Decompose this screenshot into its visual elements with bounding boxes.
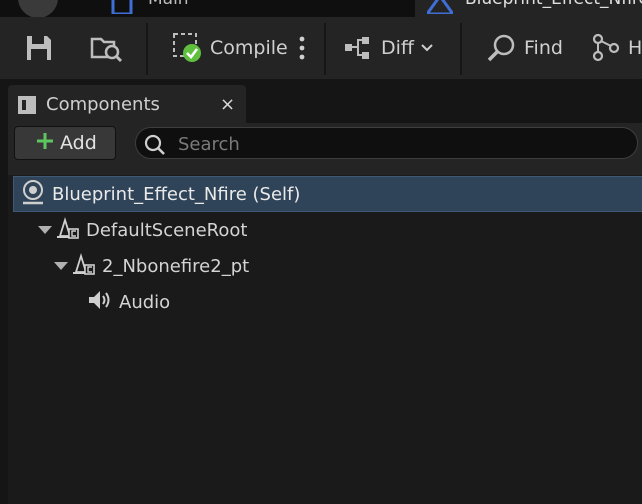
tab-blueprint-effect-nfire[interactable]: Blueprint_Effect_Nfire bbox=[415, 0, 642, 17]
tree-item-self[interactable]: Blueprint_Effect_Nfire (Self) bbox=[13, 176, 642, 212]
toolbar-separator bbox=[460, 23, 462, 75]
add-label: Add bbox=[60, 132, 97, 154]
diff-label: Diff bbox=[381, 37, 414, 59]
toolbar-separator bbox=[146, 23, 148, 75]
tab-components[interactable]: Components × bbox=[8, 85, 246, 123]
tree-item-label: Audio bbox=[119, 291, 171, 313]
find-label: Find bbox=[524, 37, 563, 59]
expand-arrow-icon[interactable] bbox=[38, 226, 52, 234]
browse-button[interactable] bbox=[90, 17, 124, 79]
close-icon[interactable]: × bbox=[220, 94, 235, 115]
folder-search-icon bbox=[90, 33, 124, 63]
blueprint-icon bbox=[111, 0, 133, 17]
search-icon bbox=[144, 134, 166, 160]
search-box bbox=[135, 127, 638, 159]
save-button[interactable] bbox=[24, 17, 54, 79]
compile-options-button[interactable] bbox=[298, 17, 306, 79]
diff-icon bbox=[343, 34, 375, 62]
plus-icon bbox=[36, 132, 54, 154]
tab-blueprint-label: Blueprint_Effect_Nfire bbox=[465, 0, 642, 9]
chevron-down-icon bbox=[420, 43, 434, 53]
blueprint-icon bbox=[424, 0, 456, 17]
tree-item-default-scene-root[interactable]: DefaultSceneRoot bbox=[8, 212, 642, 248]
add-component-button[interactable]: Add bbox=[14, 126, 116, 160]
diff-button[interactable]: Diff bbox=[343, 17, 434, 79]
document-tab-strip: Main Blueprint_Effect_Nfire bbox=[0, 0, 642, 17]
compile-label: Compile bbox=[210, 37, 288, 59]
tab-main-label: Main bbox=[148, 0, 189, 9]
find-icon bbox=[486, 32, 518, 64]
more-options-icon bbox=[298, 35, 306, 61]
toolbar: Compile Diff Find H bbox=[0, 17, 642, 79]
tree-item-2-nbonefire2-pt[interactable]: 2_Nbonefire2_pt bbox=[8, 248, 642, 284]
components-tab-row: Components × bbox=[0, 79, 642, 123]
tree-item-label: 2_Nbonefire2_pt bbox=[102, 255, 250, 277]
hierarchy-label: H bbox=[628, 37, 642, 59]
tree-item-label: Blueprint_Effect_Nfire (Self) bbox=[52, 183, 301, 205]
search-input[interactable] bbox=[176, 131, 630, 157]
tab-main[interactable]: Main bbox=[0, 0, 415, 17]
find-button[interactable]: Find bbox=[486, 17, 563, 79]
components-panel: Add Blueprint_Effect_Nfire (Self) bbox=[8, 123, 642, 504]
scene-component-icon bbox=[56, 216, 80, 245]
hierarchy-button[interactable]: H bbox=[590, 17, 642, 79]
toolbar-separator bbox=[324, 23, 326, 75]
compile-status-ok-icon bbox=[172, 32, 204, 64]
components-title: Components bbox=[46, 94, 160, 115]
components-toolbar: Add bbox=[8, 123, 642, 175]
tree-item-audio[interactable]: Audio bbox=[8, 284, 642, 320]
actor-self-icon bbox=[20, 179, 46, 210]
engine-logo-icon bbox=[18, 0, 58, 17]
tree-item-label: DefaultSceneRoot bbox=[86, 219, 248, 241]
expand-arrow-icon[interactable] bbox=[54, 262, 68, 270]
save-icon bbox=[24, 33, 54, 63]
hierarchy-icon bbox=[590, 32, 622, 64]
speaker-icon bbox=[87, 288, 113, 317]
compile-button[interactable]: Compile bbox=[172, 17, 288, 79]
components-icon bbox=[17, 95, 37, 119]
particle-component-icon bbox=[72, 252, 96, 281]
